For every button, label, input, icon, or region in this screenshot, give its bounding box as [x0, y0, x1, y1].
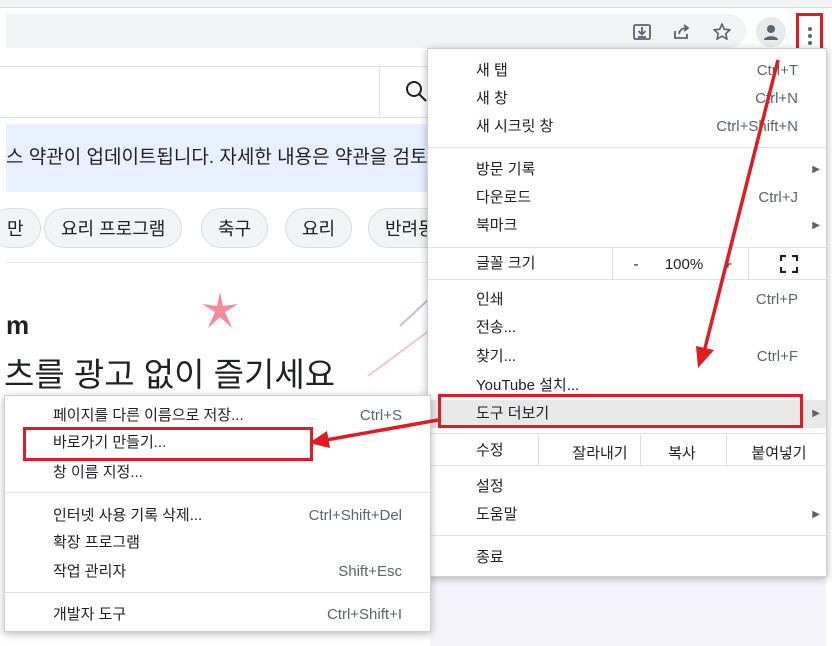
annotation-arrow-line — [702, 59, 780, 353]
annotation-arrow-line — [325, 418, 439, 442]
annotation-arrowhead — [309, 431, 330, 448]
annotation-arrows — [309, 59, 780, 448]
annotation-arrowhead — [696, 346, 714, 368]
